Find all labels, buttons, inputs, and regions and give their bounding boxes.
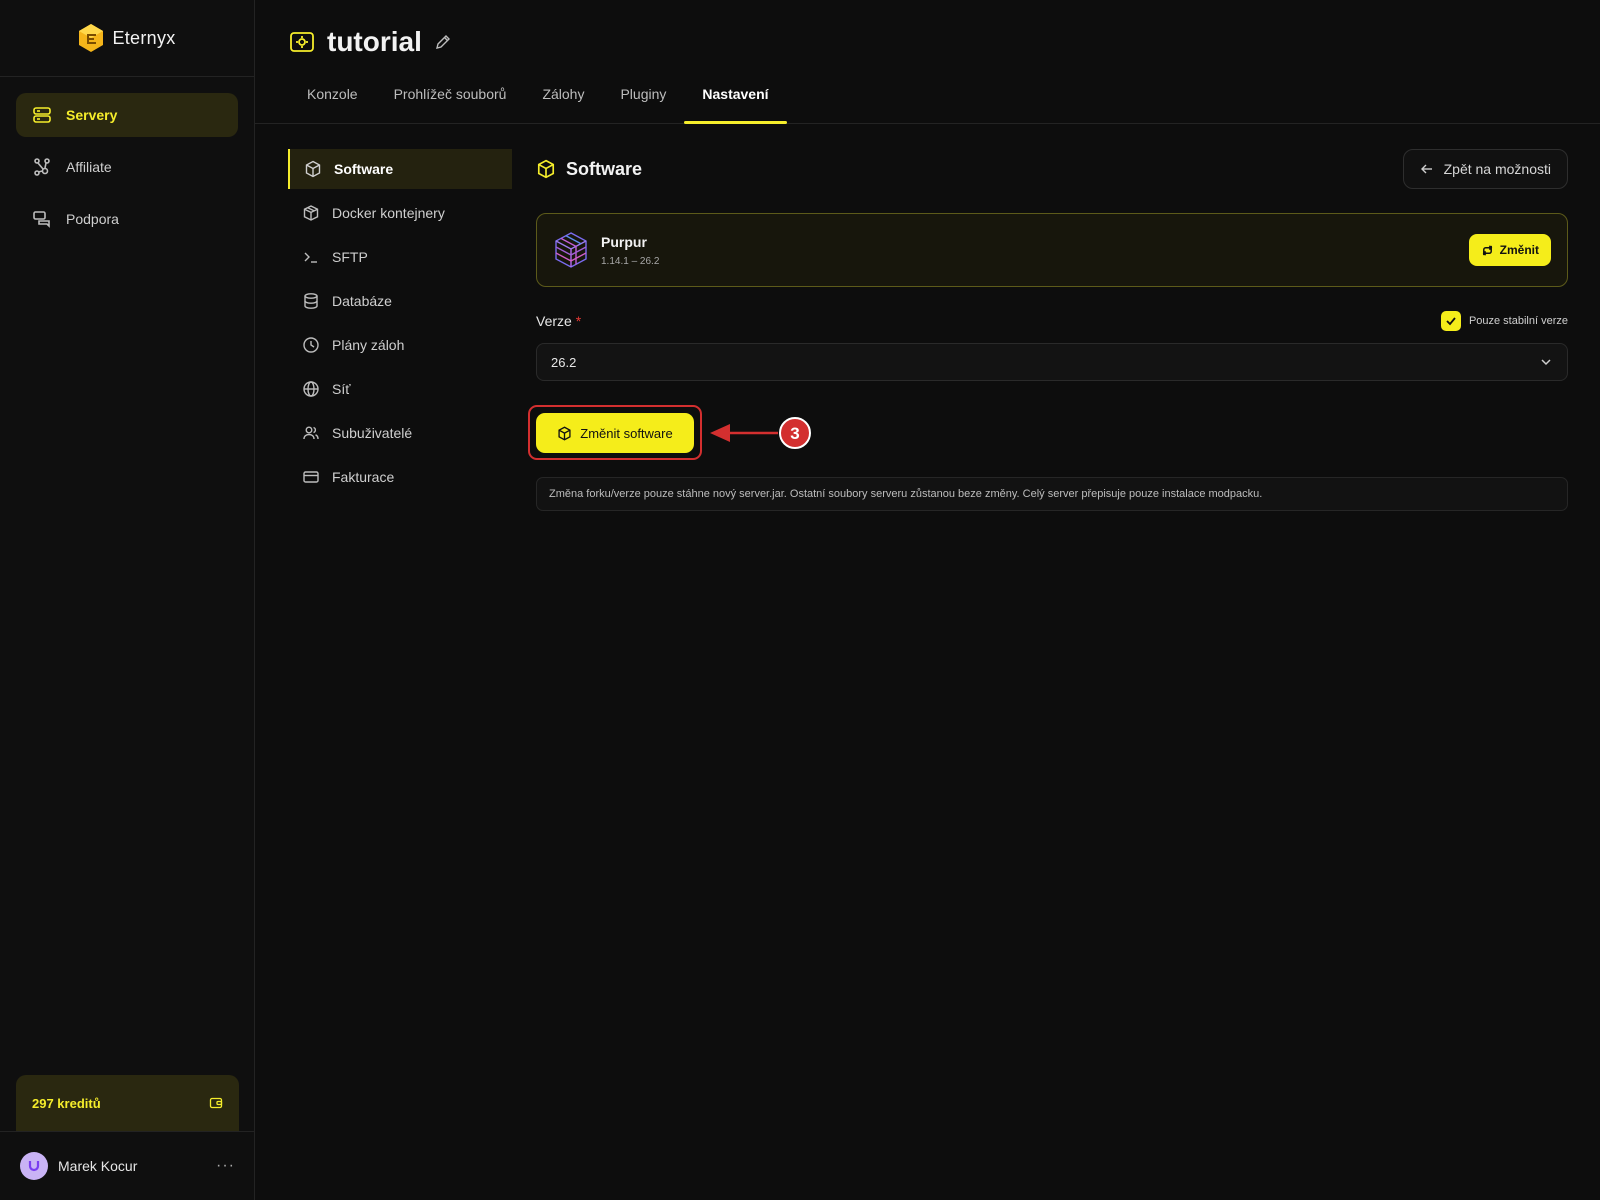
- required-marker: *: [575, 313, 582, 329]
- annotation-number: 3: [790, 424, 799, 443]
- submenu-item-sftp[interactable]: SFTP: [288, 237, 512, 277]
- info-note: Změna forku/verze pouze stáhne nový serv…: [536, 477, 1568, 511]
- version-label: Verze *: [536, 313, 581, 329]
- page-header: tutorial Konzole Prohlížeč souborů Záloh…: [255, 0, 1600, 124]
- brand-name: Eternyx: [112, 27, 176, 48]
- submenu-item-label: Docker kontejnery: [332, 205, 445, 221]
- sidebar-item-servery[interactable]: Servery: [16, 93, 238, 137]
- sidebar: Eternyx Servery Affiliate Podpora 297 kr…: [0, 0, 255, 1200]
- server-settings-icon: [290, 32, 314, 52]
- more-options-icon[interactable]: ···: [216, 1157, 235, 1175]
- change-software-type-button[interactable]: Změnit: [1468, 234, 1551, 266]
- title-row: tutorial: [289, 26, 452, 58]
- stable-only-toggle[interactable]: Pouze stabilní verze: [1440, 311, 1568, 331]
- submenu-item-label: Subuživatelé: [332, 425, 413, 441]
- box-icon: [537, 159, 555, 179]
- edit-pencil-icon[interactable]: [434, 33, 452, 51]
- credits-card[interactable]: 297 kreditů: [16, 1075, 239, 1131]
- user-name: Marek Kocur: [58, 1158, 138, 1174]
- globe-icon: [303, 381, 319, 397]
- users-icon: [303, 426, 319, 440]
- server-tabs: Konzole Prohlížeč souborů Zálohy Pluginy…: [289, 86, 787, 124]
- submenu-item-plany-zaloh[interactable]: Plány záloh: [288, 325, 512, 365]
- submenu-item-fakturace[interactable]: Fakturace: [288, 457, 512, 497]
- tab-prohlizec-souboru[interactable]: Prohlížeč souborů: [376, 86, 525, 124]
- eternyx-logo-icon: [79, 24, 104, 52]
- sidebar-item-label: Affiliate: [66, 159, 112, 175]
- card-icon: [303, 471, 319, 483]
- change-button-label: Změnit: [1499, 243, 1539, 257]
- submenu-item-label: Plány záloh: [332, 337, 405, 353]
- submenu-item-label: Síť: [332, 381, 351, 397]
- terminal-icon: [304, 252, 317, 263]
- box-icon: [558, 425, 571, 441]
- submenu-item-label: Fakturace: [332, 469, 395, 485]
- page-title: tutorial: [327, 26, 422, 57]
- main-nav: Servery Affiliate Podpora: [0, 77, 254, 265]
- tab-konzole[interactable]: Konzole: [289, 86, 376, 124]
- version-select-value: 26.2: [551, 354, 577, 370]
- submenu-item-sit[interactable]: Síť: [288, 369, 512, 409]
- back-to-options-button[interactable]: Zpět na možnosti: [1402, 149, 1568, 189]
- user-row[interactable]: Marek Kocur ···: [0, 1131, 255, 1200]
- affiliate-icon: [34, 158, 50, 176]
- change-software-action: Změnit software 3: [528, 405, 1568, 461]
- sidebar-item-affiliate[interactable]: Affiliate: [16, 145, 238, 189]
- wallet-icon[interactable]: [209, 1096, 223, 1110]
- purpur-logo-icon: [555, 232, 587, 268]
- annotation-arrow: 3: [710, 417, 811, 449]
- credits-label: 297 kreditů: [32, 1095, 101, 1111]
- change-software-label: Změnit software: [580, 425, 673, 441]
- sidebar-item-label: Podpora: [66, 211, 119, 227]
- chevron-down-icon: [1541, 359, 1551, 366]
- container-icon: [303, 205, 319, 221]
- user-avatar-icon: [28, 1161, 40, 1172]
- submenu-item-label: Software: [334, 161, 394, 177]
- submenu-item-docker[interactable]: Docker kontejnery: [288, 193, 512, 233]
- submenu-item-label: Databáze: [332, 293, 392, 309]
- section-title-text: Software: [566, 158, 643, 179]
- swap-icon: [1482, 244, 1492, 256]
- chat-icon: [33, 211, 50, 228]
- sidebar-item-label: Servery: [66, 107, 118, 123]
- box-icon: [305, 160, 321, 178]
- tab-pluginy[interactable]: Pluginy: [602, 86, 684, 124]
- sidebar-item-podpora[interactable]: Podpora: [16, 197, 238, 241]
- software-name: Purpur: [601, 233, 647, 250]
- current-software-card: Purpur 1.14.1 – 26.2 Změnit: [536, 213, 1568, 287]
- software-version-range: 1.14.1 – 26.2: [601, 255, 660, 267]
- back-button-label: Zpět na možnosti: [1443, 161, 1551, 177]
- stable-only-checkbox[interactable]: [1440, 311, 1461, 331]
- submenu-item-software[interactable]: Software: [288, 149, 512, 189]
- tab-nastaveni[interactable]: Nastavení: [684, 86, 787, 124]
- check-icon: [1446, 317, 1456, 326]
- avatar: [20, 1152, 48, 1180]
- software-info: Purpur 1.14.1 – 26.2: [601, 234, 1457, 267]
- section-title: Software: [536, 159, 642, 180]
- submenu-item-subuzivatele[interactable]: Subuživatelé: [288, 413, 512, 453]
- submenu-item-databaze[interactable]: Databáze: [288, 281, 512, 321]
- database-icon: [304, 293, 318, 309]
- version-label-row: Verze * Pouze stabilní verze: [536, 311, 1568, 331]
- arrow-left-icon: [1420, 164, 1432, 174]
- server-icon: [33, 107, 51, 123]
- submenu-item-label: SFTP: [332, 249, 368, 265]
- version-label-text: Verze: [536, 313, 572, 329]
- tab-zalohy[interactable]: Zálohy: [524, 86, 602, 124]
- version-select[interactable]: 26.2: [536, 343, 1568, 381]
- clock-icon: [303, 337, 319, 353]
- content-header: Software Zpět na možnosti: [536, 149, 1568, 189]
- stable-only-label: Pouze stabilní verze: [1468, 315, 1568, 327]
- change-software-button[interactable]: Změnit software: [536, 413, 694, 453]
- software-settings-panel: Software Zpět na možnosti Purpur 1.14.1 …: [528, 149, 1568, 511]
- brand[interactable]: Eternyx: [0, 0, 254, 77]
- settings-submenu: Software Docker kontejnery SFTP Databáze…: [288, 149, 512, 501]
